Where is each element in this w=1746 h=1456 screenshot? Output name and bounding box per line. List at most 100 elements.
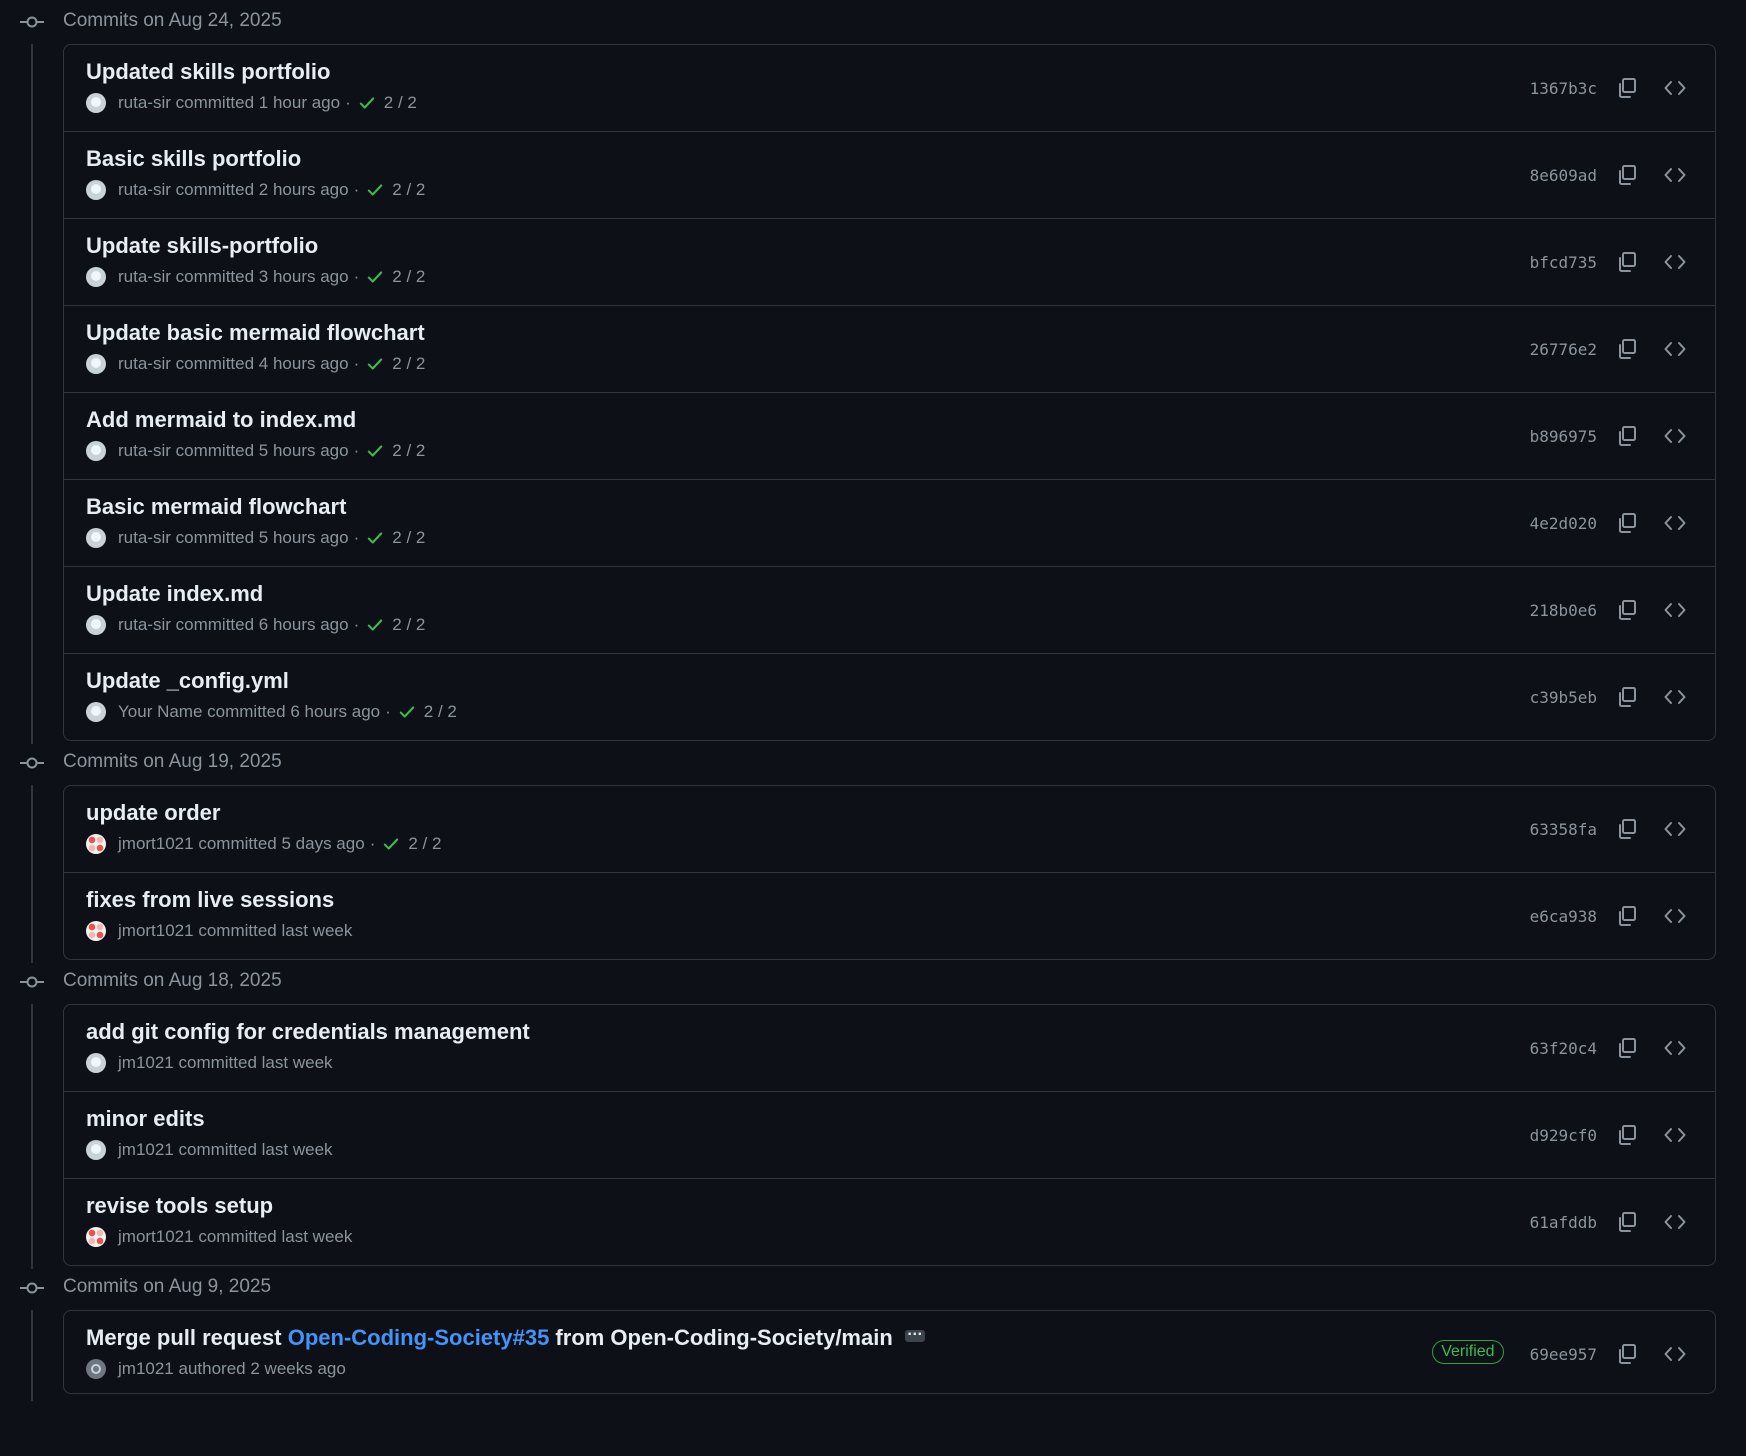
commit-sha[interactable]: 26776e2 — [1530, 340, 1597, 359]
check-icon[interactable] — [382, 835, 400, 853]
commit-message-prefix[interactable]: Merge pull request — [86, 1325, 288, 1350]
checks-count[interactable]: 2 / 2 — [392, 615, 425, 635]
avatar[interactable] — [86, 93, 106, 113]
avatar[interactable] — [86, 1140, 106, 1160]
commit-message[interactable]: Update index.md — [86, 581, 263, 607]
commit-author[interactable]: jmort1021 — [118, 921, 194, 941]
check-icon[interactable] — [366, 529, 384, 547]
verified-badge[interactable]: Verified — [1432, 1340, 1504, 1364]
commit-sha[interactable]: 69ee957 — [1530, 1345, 1597, 1364]
commit-author[interactable]: jm1021 — [118, 1359, 174, 1379]
commit-message[interactable]: Updated skills portfolio — [86, 59, 330, 85]
checks-count[interactable]: 2 / 2 — [392, 354, 425, 374]
commit-message[interactable]: Merge pull request Open-Coding-Society#3… — [86, 1322, 925, 1351]
avatar[interactable] — [86, 921, 106, 941]
check-icon[interactable] — [366, 616, 384, 634]
commit-author[interactable]: ruta-sir — [118, 354, 171, 374]
check-icon[interactable] — [358, 94, 376, 112]
avatar[interactable] — [86, 354, 106, 374]
commit-message[interactable]: add git config for credentials managemen… — [86, 1019, 530, 1045]
commit-author[interactable]: jmort1021 — [118, 834, 194, 854]
copy-icon[interactable] — [1615, 598, 1639, 622]
check-icon[interactable] — [366, 442, 384, 460]
commit-sha[interactable]: 4e2d020 — [1530, 514, 1597, 533]
commit-sha[interactable]: 61afddb — [1530, 1213, 1597, 1232]
code-icon[interactable] — [1663, 1123, 1687, 1147]
code-icon[interactable] — [1663, 337, 1687, 361]
commit-message[interactable]: Update skills-portfolio — [86, 233, 318, 259]
commit-author[interactable]: ruta-sir — [118, 528, 171, 548]
copy-icon[interactable] — [1615, 1123, 1639, 1147]
commit-author[interactable]: Your Name — [118, 702, 202, 722]
copy-icon[interactable] — [1615, 511, 1639, 535]
code-icon[interactable] — [1663, 250, 1687, 274]
check-icon[interactable] — [366, 181, 384, 199]
commit-author[interactable]: ruta-sir — [118, 615, 171, 635]
commit-message[interactable]: Update _config.yml — [86, 668, 289, 694]
checks-count[interactable]: 2 / 2 — [392, 267, 425, 287]
avatar[interactable] — [86, 615, 106, 635]
avatar[interactable] — [86, 834, 106, 854]
commit-sha[interactable]: 8e609ad — [1530, 166, 1597, 185]
avatar[interactable] — [86, 267, 106, 287]
copy-icon[interactable] — [1615, 685, 1639, 709]
commit-message[interactable]: revise tools setup — [86, 1193, 273, 1219]
copy-icon[interactable] — [1615, 1210, 1639, 1234]
copy-icon[interactable] — [1615, 250, 1639, 274]
code-icon[interactable] — [1663, 904, 1687, 928]
commit-sha[interactable]: e6ca938 — [1530, 907, 1597, 926]
copy-icon[interactable] — [1615, 817, 1639, 841]
commit-message[interactable]: Basic skills portfolio — [86, 146, 301, 172]
copy-icon[interactable] — [1615, 163, 1639, 187]
commit-message[interactable]: minor edits — [86, 1106, 205, 1132]
avatar[interactable] — [86, 528, 106, 548]
code-icon[interactable] — [1663, 76, 1687, 100]
check-icon[interactable] — [366, 355, 384, 373]
commit-sha[interactable]: 63f20c4 — [1530, 1039, 1597, 1058]
commit-author[interactable]: jmort1021 — [118, 1227, 194, 1247]
commit-author[interactable]: jm1021 — [118, 1053, 174, 1073]
avatar[interactable] — [86, 702, 106, 722]
code-icon[interactable] — [1663, 163, 1687, 187]
commit-author[interactable]: ruta-sir — [118, 267, 171, 287]
commit-sha[interactable]: d929cf0 — [1530, 1126, 1597, 1145]
commit-sha[interactable]: 218b0e6 — [1530, 601, 1597, 620]
checks-count[interactable]: 2 / 2 — [392, 180, 425, 200]
checks-count[interactable]: 2 / 2 — [408, 834, 441, 854]
check-icon[interactable] — [366, 268, 384, 286]
commit-author[interactable]: ruta-sir — [118, 93, 171, 113]
commit-message[interactable]: Basic mermaid flowchart — [86, 494, 346, 520]
commit-author[interactable]: ruta-sir — [118, 180, 171, 200]
commit-sha[interactable]: c39b5eb — [1530, 688, 1597, 707]
commit-author[interactable]: jm1021 — [118, 1140, 174, 1160]
commit-message[interactable]: update order — [86, 800, 220, 826]
commit-message[interactable]: fixes from live sessions — [86, 887, 334, 913]
avatar[interactable] — [86, 180, 106, 200]
code-icon[interactable] — [1663, 817, 1687, 841]
checks-count[interactable]: 2 / 2 — [392, 441, 425, 461]
copy-icon[interactable] — [1615, 424, 1639, 448]
commit-author[interactable]: ruta-sir — [118, 441, 171, 461]
code-icon[interactable] — [1663, 424, 1687, 448]
pull-request-link[interactable]: Open-Coding-Society#35 — [288, 1325, 550, 1350]
code-icon[interactable] — [1663, 1342, 1687, 1366]
checks-count[interactable]: 2 / 2 — [424, 702, 457, 722]
avatar[interactable] — [86, 441, 106, 461]
copy-icon[interactable] — [1615, 337, 1639, 361]
expand-message-button[interactable] — [904, 1322, 925, 1343]
copy-icon[interactable] — [1615, 1342, 1639, 1366]
code-icon[interactable] — [1663, 511, 1687, 535]
code-icon[interactable] — [1663, 685, 1687, 709]
code-icon[interactable] — [1663, 598, 1687, 622]
avatar[interactable] — [86, 1053, 106, 1073]
checks-count[interactable]: 2 / 2 — [384, 93, 417, 113]
commit-sha[interactable]: 1367b3c — [1530, 79, 1597, 98]
copy-icon[interactable] — [1615, 904, 1639, 928]
avatar[interactable] — [86, 1359, 106, 1379]
copy-icon[interactable] — [1615, 76, 1639, 100]
code-icon[interactable] — [1663, 1210, 1687, 1234]
commit-message[interactable]: Update basic mermaid flowchart — [86, 320, 425, 346]
commit-sha[interactable]: b896975 — [1530, 427, 1597, 446]
check-icon[interactable] — [398, 703, 416, 721]
commit-sha[interactable]: 63358fa — [1530, 820, 1597, 839]
